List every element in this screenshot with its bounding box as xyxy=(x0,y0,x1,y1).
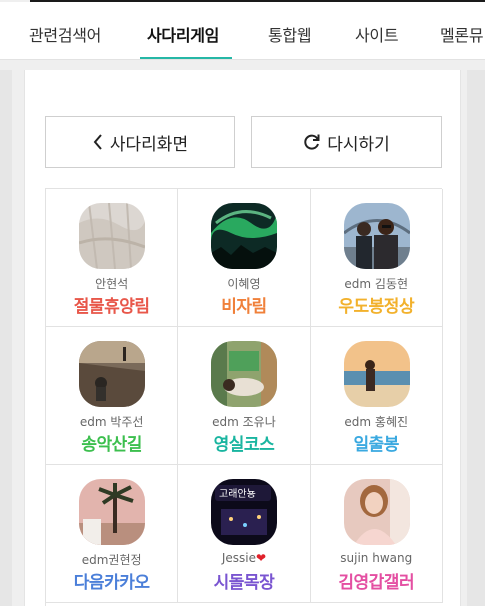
right-gutter xyxy=(467,70,485,606)
beach-child-photo xyxy=(79,341,145,407)
woman-portrait-photo xyxy=(343,479,410,545)
participant-name: edm 홍혜진 xyxy=(344,415,409,429)
participant-name: edm 김동현 xyxy=(344,277,409,291)
participant-name: edm권현정 xyxy=(81,553,142,567)
participant-name: edm 조유나 xyxy=(212,415,276,429)
result-place: 영실코스 xyxy=(213,435,275,455)
reading-person-photo xyxy=(211,341,278,407)
left-gutter xyxy=(0,70,12,606)
participant-name-text: Jessie xyxy=(221,551,256,565)
result-item[interactable]: 이혜영 비자림 xyxy=(178,189,311,327)
result-item[interactable]: edm 박주선 송악산길 xyxy=(46,327,179,465)
tab-related-search[interactable]: 관련검색어 xyxy=(29,22,101,46)
result-place: 우도봉정상 xyxy=(338,297,415,317)
participant-name: Jessie❤ xyxy=(178,551,309,565)
result-place: 일출봉 xyxy=(353,435,400,455)
chevron-left-icon xyxy=(93,134,102,150)
participant-name: sujin hwang xyxy=(340,551,413,565)
back-button-label: 사다리화면 xyxy=(109,134,189,155)
retry-button-label: 다시하기 xyxy=(327,134,390,155)
result-grid: 안현석 절물휴양림 이혜영 비자림 edm 김동현 우도봉정상 edm 박주선 … xyxy=(45,188,443,606)
fabric-photo xyxy=(79,203,145,269)
result-place: 다음카카오 xyxy=(73,573,150,593)
result-place: 김영갑갤러 xyxy=(338,573,415,593)
refresh-icon xyxy=(304,134,320,150)
tab-ladder-game[interactable]: 사다리게임 xyxy=(147,22,219,46)
result-place: 비자림 xyxy=(221,297,267,317)
participant-name: edm 박주선 xyxy=(79,415,144,429)
participant-name: 안현석 xyxy=(95,277,129,291)
tab-integrated-web[interactable]: 통합웹 xyxy=(268,22,312,46)
participant-name: 이혜영 xyxy=(227,277,261,291)
result-item[interactable]: 고래안뇽 Jessie❤ 시돌목장 xyxy=(178,465,311,603)
ladder-result-card: 사다리화면 다시하기 안현석 절물휴양림 이혜영 비자림 edm 김동현 우도봉… xyxy=(24,70,461,606)
tab-bar: 관련검색어 사다리게임 통합웹 사이트 멜론뮤 xyxy=(0,2,485,60)
sunset-beach-photo xyxy=(343,341,410,407)
retry-button[interactable]: 다시하기 xyxy=(251,116,442,168)
result-place: 송악산길 xyxy=(81,435,142,455)
tab-site[interactable]: 사이트 xyxy=(355,22,399,46)
result-item[interactable]: sujin hwang 김영갑갤러 xyxy=(310,465,443,603)
aurora-photo xyxy=(211,203,278,269)
back-to-ladder-button[interactable]: 사다리화면 xyxy=(45,116,235,168)
heart-icon: ❤ xyxy=(255,551,267,565)
palm-tree-photo xyxy=(79,479,145,545)
active-tab-indicator xyxy=(140,57,232,59)
night-sign-text: 고래안뇽 xyxy=(219,488,256,500)
tab-melon[interactable]: 멜론뮤 xyxy=(440,22,484,46)
result-item[interactable]: edm 김동현 우도봉정상 xyxy=(310,189,443,327)
couple-bridge-photo xyxy=(343,203,410,269)
result-item[interactable]: edm 조유나 영실코스 xyxy=(178,327,311,465)
result-item[interactable]: 안현석 절물휴양림 xyxy=(46,189,179,327)
result-place: 절물휴양림 xyxy=(73,297,150,317)
result-item[interactable]: edm권현정 다음카카오 xyxy=(46,465,179,603)
result-place: 시돌목장 xyxy=(213,573,275,593)
night-sign-photo: 고래안뇽 xyxy=(211,479,278,545)
result-item[interactable]: edm 홍혜진 일출봉 xyxy=(310,327,443,465)
